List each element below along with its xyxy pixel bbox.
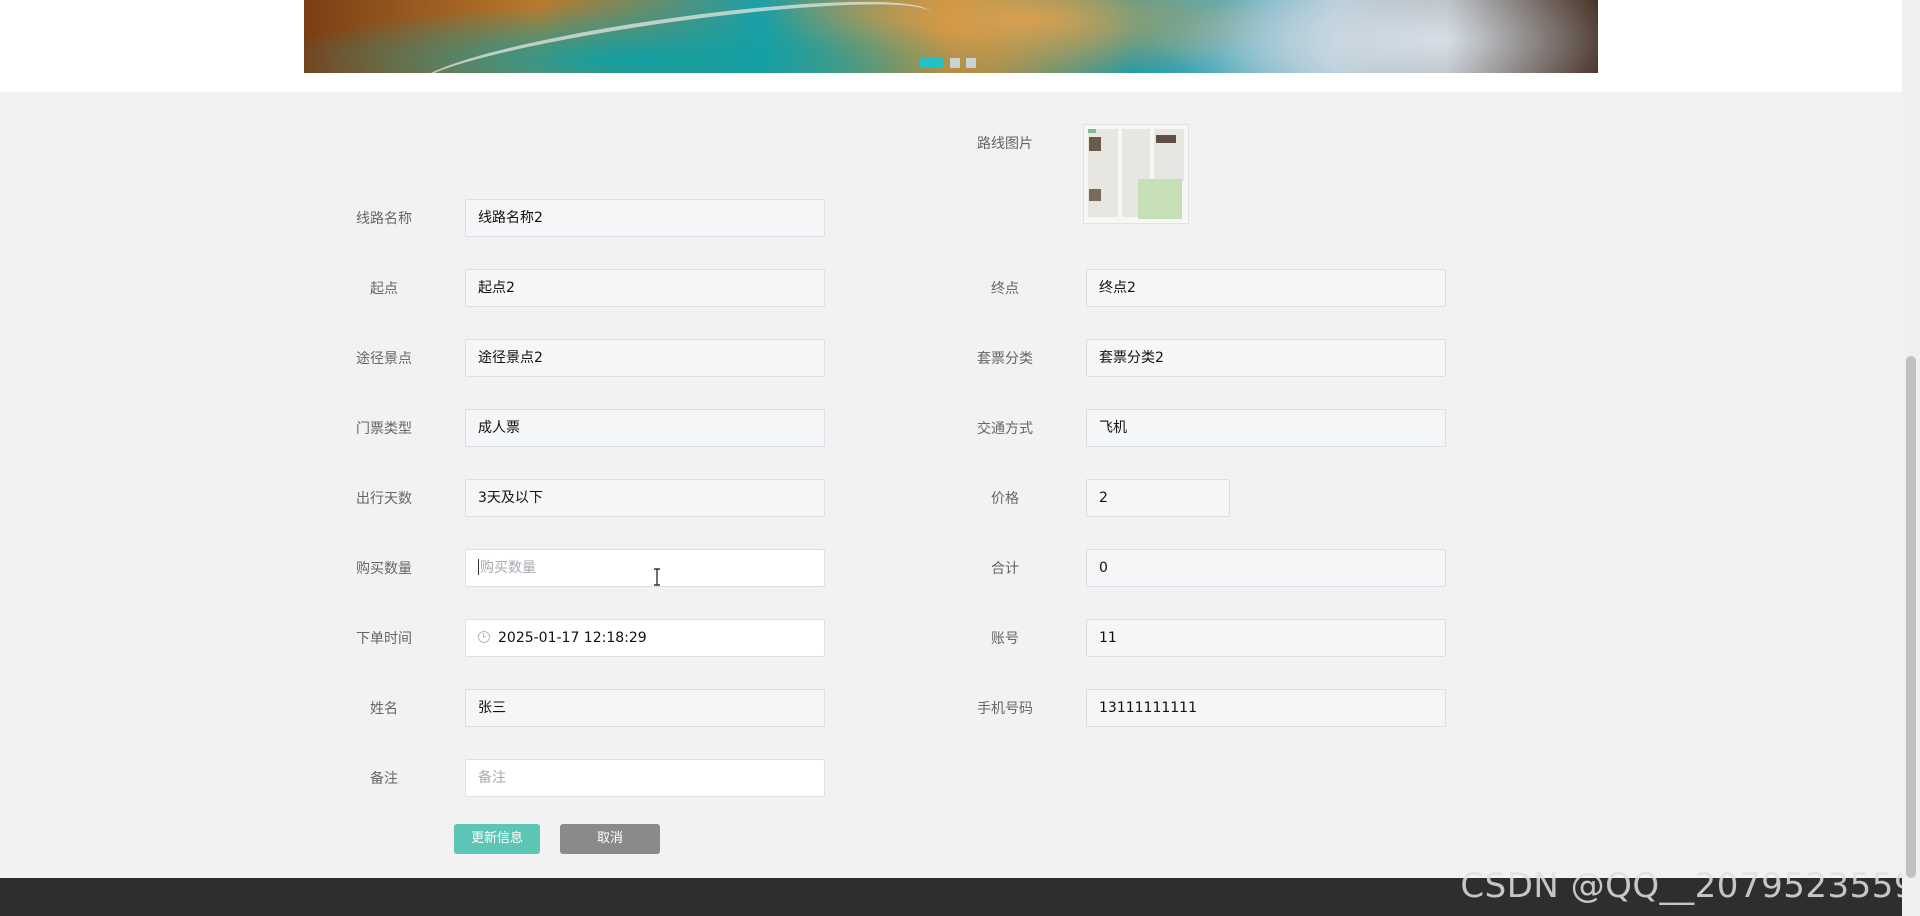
thumb-photo-1 <box>1089 137 1101 151</box>
via-field[interactable]: 途径景点2 <box>465 339 825 377</box>
thumb-map <box>1138 179 1182 219</box>
end-field[interactable]: 终点2 <box>1086 269 1446 307</box>
carousel-dot-2[interactable] <box>950 58 960 68</box>
package-field[interactable]: 套票分类2 <box>1086 339 1446 377</box>
carousel-indicators <box>920 58 976 68</box>
carousel-dot-3[interactable] <box>966 58 976 68</box>
price-field[interactable]: 2 <box>1086 479 1230 517</box>
text-cursor-icon <box>654 568 660 586</box>
route-name-label: 线路名称 <box>356 211 412 227</box>
text-caret <box>478 559 479 575</box>
csdn-watermark: CSDN @QQ__2079523559 <box>1460 866 1916 906</box>
total-label: 合计 <box>991 561 1019 577</box>
clock-icon <box>478 631 490 643</box>
phone-field[interactable]: 13111111111 <box>1086 689 1446 727</box>
carousel-dot-1[interactable] <box>920 58 944 68</box>
order-time-value: 2025-01-17 12:18:29 <box>498 630 647 646</box>
quantity-label: 购买数量 <box>356 561 412 577</box>
remark-label: 备注 <box>370 771 398 787</box>
ticket-type-field[interactable]: 成人票 <box>465 409 825 447</box>
order-time-picker[interactable]: 2025-01-17 12:18:29 <box>465 619 825 657</box>
quantity-placeholder: 购买数量 <box>480 560 536 576</box>
account-label: 账号 <box>991 631 1019 647</box>
header-area <box>0 0 1902 92</box>
vertical-scrollbar[interactable] <box>1902 0 1920 916</box>
days-field[interactable]: 3天及以下 <box>465 479 825 517</box>
price-label: 价格 <box>991 491 1019 507</box>
route-name-field[interactable]: 线路名称2 <box>465 199 825 237</box>
end-label: 终点 <box>991 281 1019 297</box>
total-field[interactable]: 0 <box>1086 549 1446 587</box>
route-image-thumbnail[interactable] <box>1084 125 1188 223</box>
start-field[interactable]: 起点2 <box>465 269 825 307</box>
days-label: 出行天数 <box>356 491 412 507</box>
thumb-photo-3 <box>1156 135 1176 143</box>
transport-label: 交通方式 <box>977 421 1033 437</box>
order-time-label: 下单时间 <box>356 631 412 647</box>
package-label: 套票分类 <box>977 351 1033 367</box>
cancel-button[interactable]: 取消 <box>560 824 660 854</box>
route-image-label: 路线图片 <box>977 136 1033 152</box>
quantity-input[interactable]: 购买数量 <box>465 549 825 587</box>
ticket-type-label: 门票类型 <box>356 421 412 437</box>
name-label: 姓名 <box>370 701 398 717</box>
thumb-tag-1 <box>1088 129 1096 133</box>
via-label: 途径景点 <box>356 351 412 367</box>
remark-input[interactable]: 备注 <box>465 759 825 797</box>
account-field[interactable]: 11 <box>1086 619 1446 657</box>
name-field[interactable]: 张三 <box>465 689 825 727</box>
phone-label: 手机号码 <box>977 701 1033 717</box>
transport-field[interactable]: 飞机 <box>1086 409 1446 447</box>
update-info-button[interactable]: 更新信息 <box>454 824 540 854</box>
thumb-photo-2 <box>1089 189 1101 201</box>
banner-road <box>412 0 936 73</box>
start-label: 起点 <box>370 281 398 297</box>
banner-haze <box>1218 0 1598 73</box>
scrollbar-thumb[interactable] <box>1906 356 1916 878</box>
